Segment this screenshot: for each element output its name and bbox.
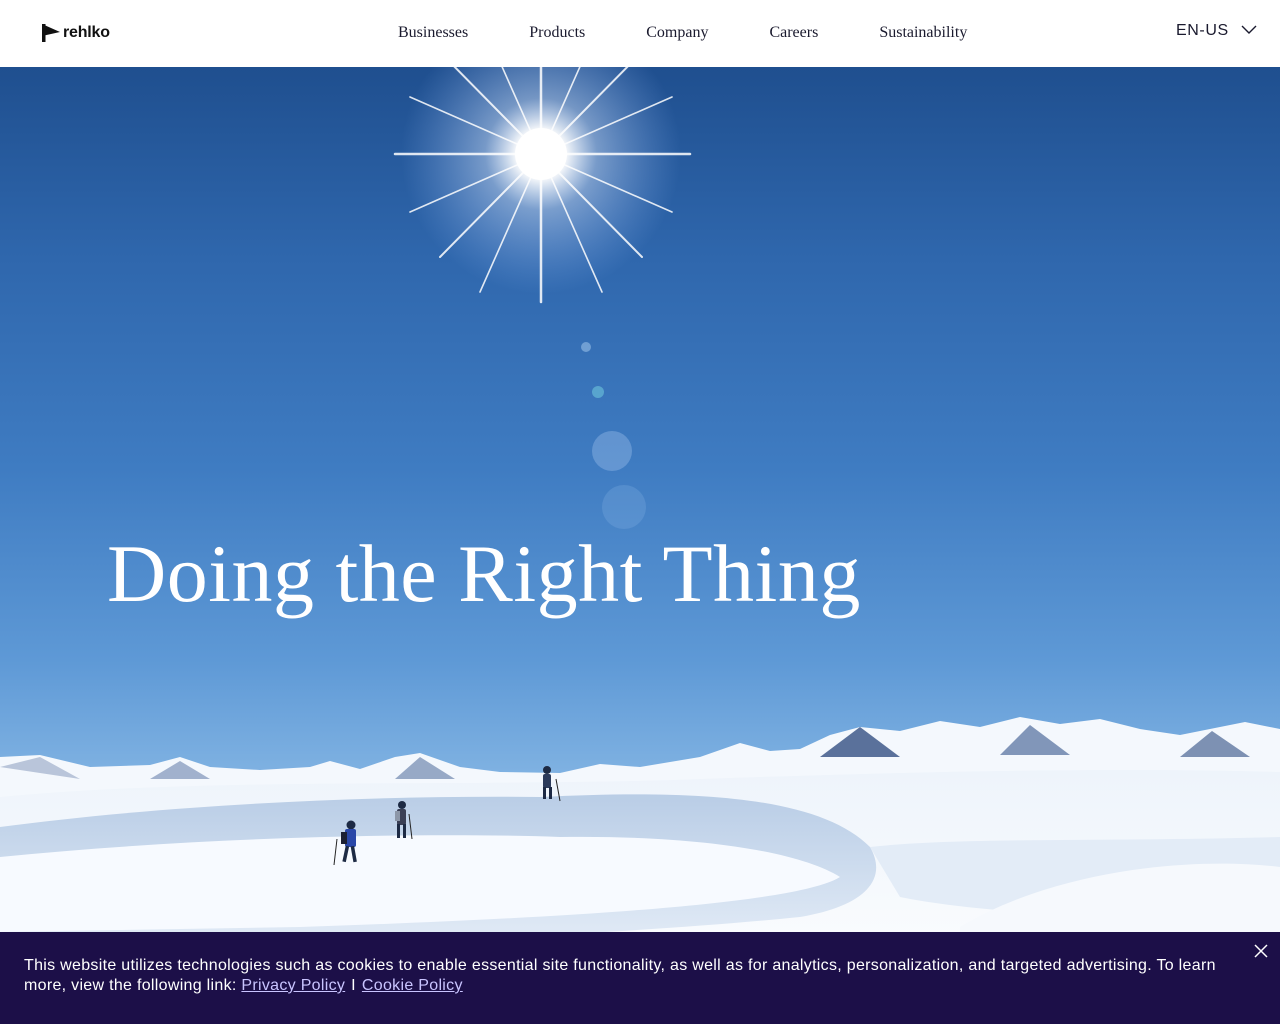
cookie-banner: This website utilizes technologies such …: [0, 932, 1280, 1024]
cookie-message: This website utilizes technologies such …: [24, 956, 1256, 996]
privacy-policy-link[interactable]: Privacy Policy: [241, 977, 345, 994]
chevron-down-icon: [1229, 22, 1257, 40]
nav-item-businesses[interactable]: Businesses: [398, 22, 468, 44]
hero-section: Doing the Right Thing: [0, 67, 1280, 1024]
hero-title: Doing the Right Thing: [107, 528, 861, 619]
language-label: EN-US: [1176, 22, 1229, 39]
cookie-text: This website utilizes technologies such …: [24, 957, 1216, 994]
main-nav: Businesses Products Company Careers Sust…: [398, 22, 967, 44]
site-header: rehlko Businesses Products Company Caree…: [0, 0, 1280, 67]
link-separator: I: [351, 977, 356, 994]
nav-item-products[interactable]: Products: [529, 22, 585, 44]
cookie-policy-link[interactable]: Cookie Policy: [362, 977, 463, 994]
nav-item-careers[interactable]: Careers: [769, 22, 818, 44]
logo-text: rehlko: [63, 24, 110, 41]
nav-item-company[interactable]: Company: [646, 22, 708, 44]
logo-link[interactable]: rehlko: [41, 23, 110, 43]
close-icon[interactable]: [1253, 943, 1269, 959]
nav-item-sustainability[interactable]: Sustainability: [879, 22, 967, 44]
logo-icon: [41, 23, 61, 43]
language-selector[interactable]: EN-US: [1176, 22, 1257, 40]
